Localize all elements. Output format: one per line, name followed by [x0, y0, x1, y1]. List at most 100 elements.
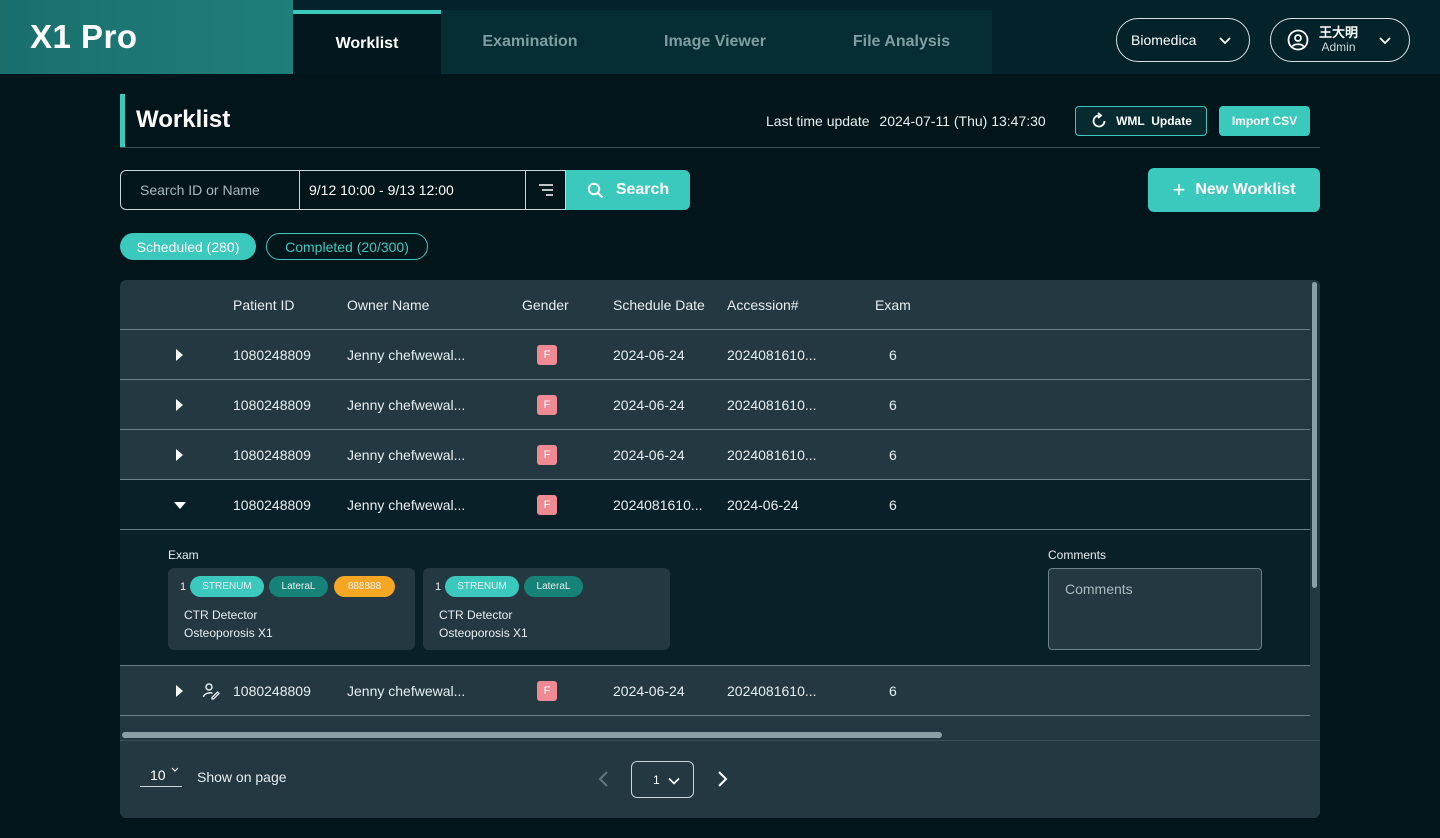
gender-badge: F [537, 345, 557, 365]
exam-type: Osteoporosis X1 [439, 626, 528, 640]
exam-count-cell: 6 [889, 683, 897, 699]
page-size-value: 10 [150, 767, 166, 783]
accession-cell: 2024081610... [727, 683, 817, 699]
owner-name-cell: Jenny chefwewal... [347, 447, 466, 463]
gender-badge: F [537, 445, 557, 465]
completed-filter-chip[interactable]: Completed (20/300) [266, 233, 428, 260]
vertical-scrollbar[interactable] [1312, 282, 1317, 588]
column-header-owner-name[interactable]: Owner Name [347, 297, 429, 313]
expand-row-icon[interactable] [176, 449, 183, 461]
table-row-expanded[interactable]: 1080248809 Jenny chefwewal... F 20240816… [120, 480, 1310, 530]
edit-user-icon[interactable] [202, 682, 220, 700]
patient-id-cell: 1080248809 [233, 397, 311, 413]
user-name: 王大明 [1319, 25, 1359, 40]
patient-id-cell: 1080248809 [233, 497, 311, 513]
owner-name-cell: Jenny chefwewal... [347, 397, 466, 413]
plus-icon: + [1172, 177, 1186, 202]
collapse-row-icon[interactable] [174, 502, 186, 509]
search-button[interactable]: Search [566, 170, 690, 210]
owner-name-cell: Jenny chefwewal... [347, 683, 466, 699]
exam-card-index: 1 [435, 581, 442, 593]
owner-name-cell: Jenny chefwewal... [347, 497, 466, 513]
gender-badge: F [537, 681, 557, 701]
user-menu[interactable]: 王大明 Admin [1270, 18, 1410, 62]
expand-row-icon[interactable] [176, 685, 183, 697]
comments-section-label: Comments [1048, 548, 1107, 562]
expand-row-icon[interactable] [176, 349, 183, 361]
exam-tag: LateraL [269, 576, 328, 597]
wml-update-button[interactable]: WML Update [1075, 106, 1207, 136]
exam-section-label: Exam [168, 548, 199, 562]
search-input[interactable] [120, 170, 300, 210]
chevron-down-icon [1379, 37, 1391, 45]
organization-select-value: Biomedica [1131, 32, 1197, 48]
exam-count-cell: 6 [889, 447, 897, 463]
column-header-schedule-date[interactable]: Schedule Date [613, 297, 705, 313]
schedule-date-cell: 2024081610... [613, 497, 703, 513]
page-select[interactable]: 1 [631, 761, 694, 798]
new-worklist-button[interactable]: + New Worklist [1148, 168, 1320, 212]
horizontal-scrollbar[interactable] [122, 732, 942, 738]
search-icon [587, 182, 604, 198]
refresh-icon [1092, 112, 1106, 128]
page-size-select[interactable]: 10 [140, 767, 182, 787]
accession-cell: 2024081610... [727, 447, 817, 463]
exam-device: CTR Detector [439, 608, 513, 622]
exam-count-cell: 6 [889, 347, 897, 363]
wml-update-label: WML Update [1116, 114, 1192, 128]
user-role: Admin [1321, 40, 1356, 54]
exam-device: CTR Detector [184, 608, 258, 622]
filter-button[interactable] [526, 170, 566, 210]
last-update: Last time update 2024-07-11 (Thu) 13:47:… [766, 113, 1046, 129]
accession-cell: 2024081610... [727, 347, 817, 363]
owner-name-cell: Jenny chefwewal... [347, 347, 466, 363]
next-page-icon[interactable] [714, 770, 730, 788]
row-detail-panel: Exam Comments 1 STRENUM LateraL 888888 C… [120, 530, 1310, 666]
tab-file-analysis[interactable]: File Analysis [811, 10, 992, 74]
page-size-label: Show on page [197, 769, 287, 785]
user-avatar-icon [1287, 29, 1309, 51]
patient-id-cell: 1080248809 [233, 447, 311, 463]
main-nav: Worklist Examination Image Viewer File A… [293, 10, 992, 74]
previous-page-icon[interactable] [596, 770, 612, 788]
column-header-accession[interactable]: Accession# [727, 297, 799, 313]
table-row[interactable]: 1080248809 Jenny chefwewal... F 2024-06-… [120, 666, 1310, 716]
column-header-patient-id[interactable]: Patient ID [233, 297, 294, 313]
schedule-date-cell: 2024-06-24 [613, 397, 685, 413]
expand-row-icon[interactable] [176, 399, 183, 411]
scheduled-filter-chip[interactable]: Scheduled (280) [120, 233, 256, 260]
current-page-value: 1 [653, 772, 660, 787]
last-update-value: 2024-07-11 (Thu) 13:47:30 [879, 113, 1046, 129]
table-header: Patient ID Owner Name Gender Schedule Da… [120, 280, 1310, 330]
table-row[interactable]: 1080248809 Jenny chefwewal... F 2024-06-… [120, 380, 1310, 430]
column-header-gender[interactable]: Gender [522, 297, 569, 313]
exam-card-index: 1 [180, 581, 187, 593]
exam-tag: STRENUM [445, 576, 519, 597]
exam-count-cell: 6 [889, 397, 897, 413]
organization-select[interactable]: Biomedica [1116, 18, 1250, 62]
chevron-down-icon [668, 777, 680, 785]
date-range-field[interactable]: 9/12 10:00 - 9/13 12:00 [300, 170, 526, 210]
exam-type: Osteoporosis X1 [184, 626, 273, 640]
new-worklist-label: New Worklist [1195, 181, 1296, 198]
import-csv-button[interactable]: Import CSV [1219, 106, 1310, 136]
gender-badge: F [537, 495, 557, 515]
chevron-down-icon [1219, 37, 1231, 45]
exam-card[interactable]: 1 STRENUM LateraL CTR Detector Osteoporo… [423, 568, 670, 650]
column-header-exam[interactable]: Exam [875, 297, 911, 313]
table-row[interactable]: 1080248809 Jenny chefwewal... F 2024-06-… [120, 430, 1310, 480]
accession-cell: 2024081610... [727, 397, 817, 413]
patient-id-cell: 1080248809 [233, 347, 311, 363]
filter-icon [538, 184, 553, 196]
tab-image-viewer[interactable]: Image Viewer [619, 10, 811, 74]
tab-worklist[interactable]: Worklist [293, 10, 441, 74]
last-update-label: Last time update [766, 113, 870, 129]
table-row[interactable]: 1080248809 Jenny chefwewal... F 2024-06-… [120, 330, 1310, 380]
table-footer: 10 Show on page 1 [120, 740, 1320, 818]
tab-examination[interactable]: Examination [441, 10, 619, 74]
exam-card[interactable]: 1 STRENUM LateraL 888888 CTR Detector Os… [168, 568, 415, 650]
gender-badge: F [537, 395, 557, 415]
exam-count-cell: 6 [889, 497, 897, 513]
comments-input[interactable] [1048, 568, 1262, 650]
app-logo: X1 Pro [0, 0, 293, 74]
